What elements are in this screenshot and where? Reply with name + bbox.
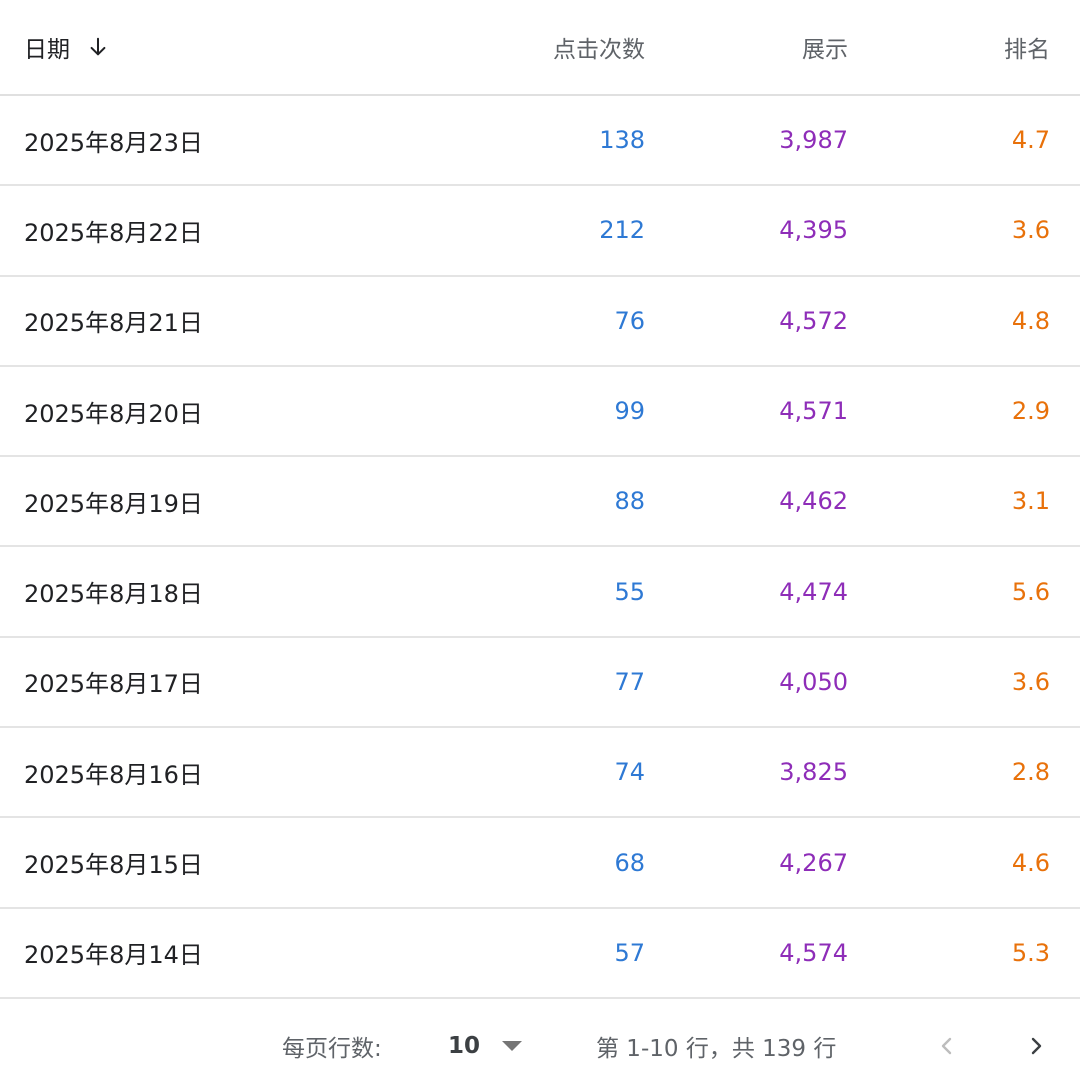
impressions-cell: 4,462 <box>779 487 848 516</box>
rank-column-header[interactable]: 排名 <box>848 30 1050 64</box>
date-cell: 2025年8月19日 <box>24 489 203 518</box>
chevron-right-icon <box>1031 1037 1042 1055</box>
table-header: 日期 点击次数 展示 排名 <box>0 0 1080 96</box>
table-row: 2025年8月23日 138 3,987 4.7 <box>0 96 1080 187</box>
caret-down-icon <box>502 1041 523 1051</box>
impressions-cell: 4,571 <box>779 397 848 426</box>
performance-table: 日期 点击次数 展示 排名 2025年8月23日 138 3,987 4.7 2… <box>0 0 1080 999</box>
table-row: 2025年8月14日 57 4,574 5.3 <box>0 909 1080 999</box>
table-row: 2025年8月21日 76 4,572 4.8 <box>0 277 1080 367</box>
table-row: 2025年8月15日 68 4,267 4.6 <box>0 818 1080 909</box>
rows-per-page-label: 每页行数: <box>282 1036 382 1062</box>
table-row: 2025年8月18日 55 4,474 5.6 <box>0 547 1080 638</box>
date-cell: 2025年8月18日 <box>24 580 203 609</box>
clicks-cell: 99 <box>614 397 645 426</box>
rank-cell: 4.8 <box>1011 306 1050 335</box>
clicks-cell: 76 <box>614 306 645 335</box>
date-cell: 2025年8月15日 <box>24 851 203 880</box>
table-row: 2025年8月20日 99 4,571 2.9 <box>0 367 1080 458</box>
rank-cell: 4.7 <box>1011 126 1050 155</box>
table-row: 2025年8月17日 77 4,050 3.6 <box>0 638 1080 729</box>
rank-cell: 4.6 <box>1011 848 1050 877</box>
chevron-left-icon <box>941 1037 952 1055</box>
clicks-column-header[interactable]: 点击次数 <box>520 30 645 64</box>
clicks-cell: 77 <box>614 667 645 696</box>
date-cell: 2025年8月21日 <box>24 309 203 338</box>
rank-cell: 3.6 <box>1011 216 1050 245</box>
rank-cell: 3.6 <box>1011 667 1050 696</box>
date-column-header[interactable]: 日期 <box>0 30 520 64</box>
table-row: 2025年8月22日 212 4,395 3.6 <box>0 186 1080 277</box>
rank-cell: 5.6 <box>1011 577 1050 606</box>
rows-per-page-select[interactable]: 10 <box>448 1033 523 1059</box>
clicks-cell: 68 <box>614 848 645 877</box>
clicks-cell: 88 <box>614 487 645 516</box>
arrow-down-icon[interactable] <box>86 35 110 59</box>
impressions-cell: 4,395 <box>779 216 848 245</box>
clicks-cell: 74 <box>614 758 645 787</box>
impressions-cell: 3,987 <box>779 126 848 155</box>
clicks-cell: 212 <box>599 216 645 245</box>
previous-page-button[interactable] <box>927 1026 967 1066</box>
rows-per-page-value: 10 <box>448 1033 481 1059</box>
impressions-column-header[interactable]: 展示 <box>645 30 848 64</box>
impressions-cell: 4,050 <box>779 667 848 696</box>
date-cell: 2025年8月22日 <box>24 218 203 247</box>
impressions-cell: 4,572 <box>779 306 848 335</box>
impressions-cell: 4,474 <box>779 577 848 606</box>
date-cell: 2025年8月20日 <box>24 399 203 428</box>
impressions-cell: 4,574 <box>779 938 848 967</box>
rank-cell: 2.8 <box>1011 758 1050 787</box>
page-range-text: 第 1-10 行，共 139 行 <box>596 1036 837 1062</box>
table-row: 2025年8月19日 88 4,462 3.1 <box>0 457 1080 548</box>
impressions-cell: 3,825 <box>779 758 848 787</box>
table-body: 2025年8月23日 138 3,987 4.7 2025年8月22日 212 … <box>0 96 1080 999</box>
date-cell: 2025年8月14日 <box>24 941 203 970</box>
date-cell: 2025年8月16日 <box>24 760 203 789</box>
impressions-cell: 4,267 <box>779 848 848 877</box>
date-cell: 2025年8月23日 <box>24 128 203 157</box>
clicks-cell: 55 <box>614 577 645 606</box>
next-page-button[interactable] <box>1016 1026 1056 1066</box>
rank-cell: 5.3 <box>1011 938 1050 967</box>
date-cell: 2025年8月17日 <box>24 670 203 699</box>
table-row: 2025年8月16日 74 3,825 2.8 <box>0 728 1080 819</box>
rank-cell: 2.9 <box>1011 397 1050 426</box>
date-header-label: 日期 <box>24 37 70 63</box>
clicks-cell: 138 <box>599 126 645 155</box>
clicks-cell: 57 <box>614 938 645 967</box>
rank-cell: 3.1 <box>1011 487 1050 516</box>
pagination-bar: 每页行数: 10 第 1-10 行，共 139 行 <box>0 1003 1080 1089</box>
